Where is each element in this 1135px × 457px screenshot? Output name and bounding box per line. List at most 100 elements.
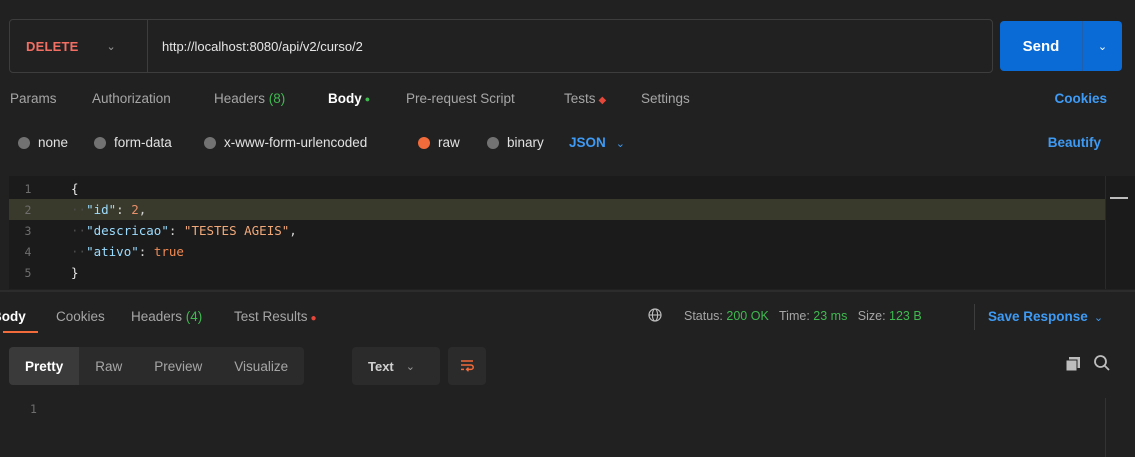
radio-circle-icon bbox=[487, 136, 499, 149]
radio-label: none bbox=[38, 135, 69, 150]
send-options-chevron-icon[interactable]: ⌄ bbox=[1082, 21, 1122, 71]
time-value[interactable]: 23 ms bbox=[813, 309, 847, 323]
radio-circle-icon bbox=[18, 136, 30, 149]
tab-test-results-label: Test Results bbox=[234, 309, 308, 324]
radio-raw[interactable]: raw bbox=[418, 135, 460, 150]
view-pretty[interactable]: Pretty bbox=[9, 347, 80, 385]
json-value: 2 bbox=[131, 202, 139, 217]
line-number: 5 bbox=[24, 265, 32, 280]
radio-x-www-form-urlencoded[interactable]: x-www-form-urlencoded bbox=[204, 135, 367, 150]
radio-binary[interactable]: binary bbox=[487, 135, 544, 150]
beautify-button[interactable]: Beautify bbox=[1048, 135, 1101, 150]
response-format-select[interactable]: Text ⌄ bbox=[352, 347, 440, 385]
tab-response-body[interactable]: Body bbox=[0, 309, 26, 324]
cookies-link[interactable]: Cookies bbox=[1054, 91, 1107, 106]
radio-none[interactable]: none bbox=[18, 135, 68, 150]
status-label: Status: bbox=[684, 309, 723, 323]
search-icon[interactable] bbox=[1093, 354, 1111, 372]
tests-indicator-icon: ◆ bbox=[598, 95, 607, 106]
pane-divider[interactable] bbox=[0, 290, 1135, 292]
format-select[interactable]: JSON ⌄ bbox=[569, 135, 625, 150]
tab-pre-request-script[interactable]: Pre-request Script bbox=[406, 91, 515, 106]
line-number: 4 bbox=[24, 244, 32, 259]
editor-scrollbar[interactable] bbox=[1105, 176, 1135, 289]
request-body-editor[interactable]: 1 { 2 ··"id": 2, 3 ··"descricao": "TESTE… bbox=[9, 176, 1107, 289]
response-tabs: Body Cookies Headers (4) Test Results● bbox=[0, 306, 1135, 330]
send-button[interactable]: Send bbox=[1000, 21, 1082, 71]
json-key: "descricao" bbox=[86, 223, 169, 238]
tab-tests-label: Tests bbox=[564, 91, 596, 106]
tab-response-cookies[interactable]: Cookies bbox=[56, 309, 105, 324]
save-response-button[interactable]: Save Response ⌄ bbox=[988, 309, 1103, 324]
active-tab-underline bbox=[3, 331, 38, 333]
response-format-label: Text bbox=[368, 358, 394, 374]
tab-response-headers[interactable]: Headers (4) bbox=[131, 309, 202, 324]
chevron-down-icon: ⌄ bbox=[615, 138, 625, 150]
body-type-options: none form-data x-www-form-urlencoded raw… bbox=[0, 132, 1135, 154]
time-label: Time: bbox=[779, 309, 810, 323]
method-select[interactable]: DELETE ⌄ bbox=[10, 20, 148, 72]
radio-label: binary bbox=[507, 135, 544, 150]
format-label: JSON bbox=[569, 135, 606, 150]
line-number: 1 bbox=[24, 181, 32, 196]
wrap-lines-icon bbox=[461, 360, 474, 372]
tab-settings[interactable]: Settings bbox=[641, 91, 690, 106]
tab-response-headers-label: Headers bbox=[131, 309, 183, 324]
size-label: Size: bbox=[857, 309, 886, 323]
line-number: 1 bbox=[30, 402, 37, 416]
globe-icon[interactable] bbox=[648, 308, 662, 325]
status-separator bbox=[974, 304, 975, 330]
view-visualize[interactable]: Visualize bbox=[218, 347, 304, 385]
radio-circle-icon bbox=[94, 136, 106, 149]
close-brace: } bbox=[71, 265, 79, 280]
line-number: 2 bbox=[24, 202, 32, 217]
body-indicator-dot-icon: ● bbox=[364, 94, 371, 104]
line-number: 3 bbox=[24, 223, 32, 238]
tab-headers[interactable]: Headers (8) bbox=[214, 91, 285, 106]
response-scrollbar[interactable] bbox=[1105, 398, 1106, 457]
code-line: 4 ··"ativo": true bbox=[9, 241, 1107, 262]
radio-selected-icon bbox=[418, 136, 430, 149]
status-value[interactable]: 200 OK bbox=[726, 309, 768, 323]
request-url-bar: DELETE ⌄ http://localhost:8080/api/v2/cu… bbox=[9, 19, 993, 73]
radio-label: raw bbox=[438, 135, 460, 150]
code-line: 3 ··"descricao": "TESTES AGEIS", bbox=[9, 220, 1107, 241]
request-tabs: Params Authorization Headers (8) Body ● P… bbox=[0, 88, 1135, 112]
tab-authorization[interactable]: Authorization bbox=[92, 91, 171, 106]
json-value: "TESTES AGEIS" bbox=[183, 223, 290, 238]
tab-tests[interactable]: Tests ◆ bbox=[564, 91, 606, 106]
save-response-label: Save Response bbox=[988, 309, 1088, 324]
response-body-editor[interactable]: 1 bbox=[0, 395, 1135, 457]
response-status-bar: Status: 200 OK Time: 23 ms Size: 123 B bbox=[684, 309, 922, 323]
chevron-down-icon: ⌄ bbox=[405, 360, 415, 373]
copy-icon[interactable] bbox=[1065, 356, 1081, 372]
chevron-down-icon: ⌄ bbox=[1093, 312, 1104, 324]
code-line: 1 { bbox=[9, 178, 1107, 199]
tab-headers-count: (8) bbox=[268, 91, 286, 106]
send-button-group: Send ⌄ bbox=[1000, 21, 1122, 71]
response-view-modes: Pretty Raw Preview Visualize bbox=[9, 347, 305, 385]
tab-params[interactable]: Params bbox=[10, 91, 57, 106]
tab-response-headers-count: (4) bbox=[185, 309, 203, 324]
json-value: true bbox=[153, 244, 184, 259]
method-label: DELETE bbox=[26, 38, 79, 54]
radio-label: form-data bbox=[114, 135, 172, 150]
url-input[interactable]: http://localhost:8080/api/v2/curso/2 bbox=[148, 39, 363, 54]
tab-headers-label: Headers bbox=[214, 91, 266, 106]
tab-test-results[interactable]: Test Results ● bbox=[234, 309, 317, 324]
code-line-highlighted: 2 ··"id": 2, bbox=[9, 199, 1107, 220]
json-key: "ativo" bbox=[86, 244, 139, 259]
size-value[interactable]: 123 B bbox=[889, 309, 922, 323]
view-preview[interactable]: Preview bbox=[138, 347, 218, 385]
wrap-lines-button[interactable] bbox=[448, 347, 486, 385]
tab-body-label: Body bbox=[328, 91, 362, 106]
radio-form-data[interactable]: form-data bbox=[94, 135, 172, 150]
open-brace: { bbox=[71, 181, 79, 196]
test-results-indicator-icon: ● bbox=[310, 313, 317, 324]
tab-body[interactable]: Body ● bbox=[328, 91, 370, 106]
view-raw[interactable]: Raw bbox=[79, 347, 138, 385]
radio-label: x-www-form-urlencoded bbox=[224, 135, 368, 150]
radio-circle-icon bbox=[204, 136, 216, 149]
chevron-down-icon: ⌄ bbox=[106, 40, 116, 53]
code-line: 5 } bbox=[9, 262, 1107, 283]
